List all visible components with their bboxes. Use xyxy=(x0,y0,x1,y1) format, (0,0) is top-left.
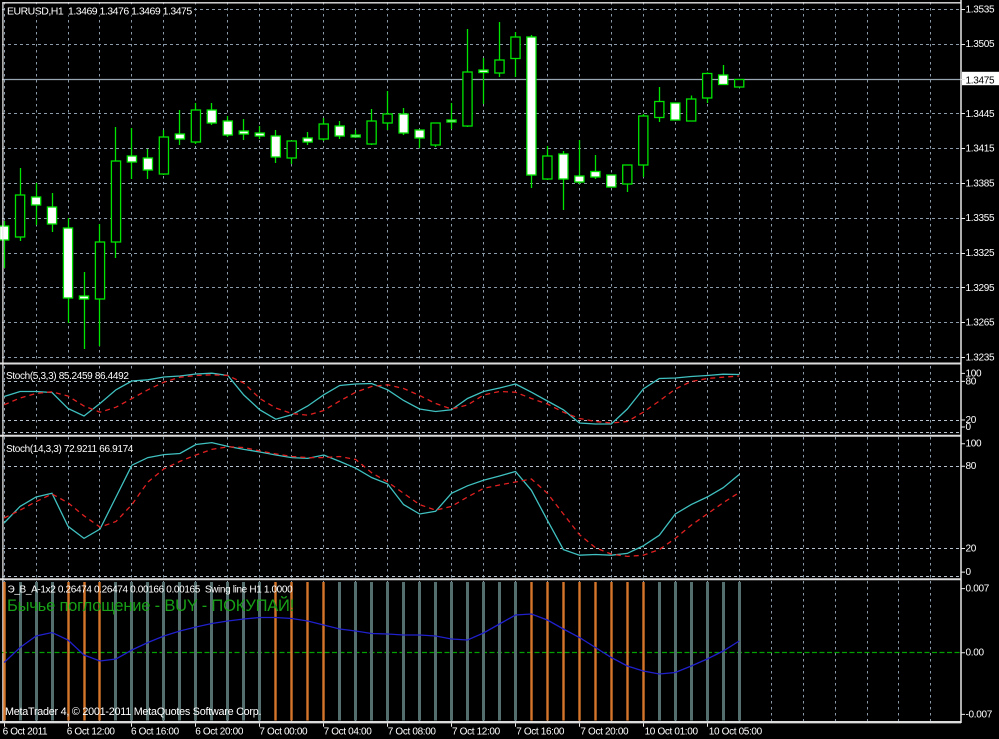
svg-text:1.3265: 1.3265 xyxy=(966,318,996,329)
svg-text:6 Oct 20:00: 6 Oct 20:00 xyxy=(195,727,244,738)
svg-text:1.3505: 1.3505 xyxy=(966,39,996,50)
svg-text:Э_В_А-1x2 0.26474 0.26474 0.00: Э_В_А-1x2 0.26474 0.26474 0.00166 0.0016… xyxy=(8,585,294,596)
svg-text:-0.007: -0.007 xyxy=(966,709,993,720)
svg-text:1.3295: 1.3295 xyxy=(966,283,996,294)
svg-text:1.3235: 1.3235 xyxy=(966,352,996,363)
svg-text:EURUSD,H1 1.3469 1.3476 1.346: EURUSD,H1 1.3469 1.3476 1.3469 1.3475 xyxy=(7,5,192,17)
svg-text:7 Oct 16:00: 7 Oct 16:00 xyxy=(516,727,565,738)
svg-text:1.3475: 1.3475 xyxy=(966,75,996,86)
svg-text:6 Oct 2011: 6 Oct 2011 xyxy=(3,727,48,738)
svg-text:7 Oct 20:00: 7 Oct 20:00 xyxy=(580,727,629,738)
svg-text:7 Oct 04:00: 7 Oct 04:00 xyxy=(324,727,373,738)
svg-text:0: 0 xyxy=(966,567,972,578)
svg-text:Stoch(5,3,3) 85.2459 86.4492: Stoch(5,3,3) 85.2459 86.4492 xyxy=(6,371,129,382)
svg-text:Бычье поглощение - BUY - ПОКУП: Бычье поглощение - BUY - ПОКУПАЙ! xyxy=(7,596,294,615)
svg-text:1.3355: 1.3355 xyxy=(966,213,996,224)
svg-text:6 Oct 16:00: 6 Oct 16:00 xyxy=(131,727,180,738)
svg-text:1.3325: 1.3325 xyxy=(966,248,996,259)
svg-text:1.3535: 1.3535 xyxy=(966,4,996,15)
svg-text:1.3415: 1.3415 xyxy=(966,144,996,155)
svg-text:100: 100 xyxy=(966,439,983,450)
svg-text:10 Oct 05:00: 10 Oct 05:00 xyxy=(709,727,763,738)
svg-text:1.3385: 1.3385 xyxy=(966,178,996,189)
svg-text:20: 20 xyxy=(966,543,977,554)
svg-text:80: 80 xyxy=(966,376,977,387)
svg-text:7 Oct 12:00: 7 Oct 12:00 xyxy=(452,727,501,738)
svg-text:80: 80 xyxy=(966,461,977,472)
svg-text:1.3445: 1.3445 xyxy=(966,109,996,120)
svg-text:0.007: 0.007 xyxy=(966,584,990,595)
svg-text:10 Oct 01:00: 10 Oct 01:00 xyxy=(645,727,699,738)
svg-text:7 Oct 08:00: 7 Oct 08:00 xyxy=(388,727,437,738)
svg-text:6 Oct 12:00: 6 Oct 12:00 xyxy=(67,727,116,738)
svg-text:7 Oct 00:00: 7 Oct 00:00 xyxy=(259,727,308,738)
svg-text:Stoch(14,3,3) 72.9211 66.9174: Stoch(14,3,3) 72.9211 66.9174 xyxy=(6,444,134,455)
svg-text:0: 0 xyxy=(966,422,972,433)
svg-text:MetaTrader 4, © 2001-2011 Meta: MetaTrader 4, © 2001-2011 MetaQuotes Sof… xyxy=(5,706,262,718)
svg-text:0.00: 0.00 xyxy=(966,648,985,659)
